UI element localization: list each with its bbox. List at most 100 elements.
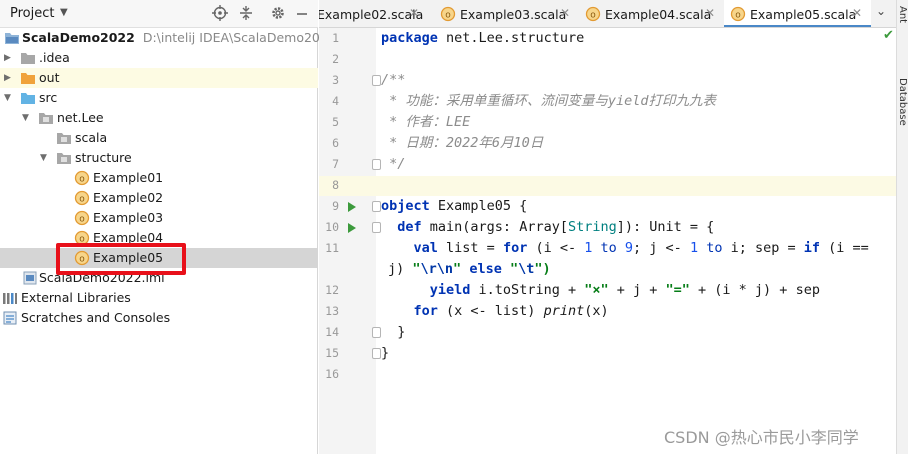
code-line-3: /**	[381, 72, 406, 88]
tree-item-label: Example01	[93, 170, 164, 185]
package-icon	[39, 113, 53, 124]
right-tool-strip: Ant Database	[896, 0, 908, 454]
tree-item-label: Scratches and Consoles	[21, 310, 171, 325]
tree-item-external-libraries[interactable]: External Libraries	[0, 288, 318, 308]
code-line-11: val list = for (i <- 1 to 9; j <- 1 to i…	[413, 240, 869, 256]
project-panel: Project ▼ ScalaDemo2022 D:\intelij IDEA\S…	[0, 0, 336, 454]
svg-text:o: o	[79, 175, 85, 185]
line-number: 14	[325, 325, 339, 339]
svg-text:o: o	[445, 11, 451, 21]
code-line-6: * 日期：2022年6月10日	[381, 135, 544, 151]
gear-icon[interactable]	[270, 5, 286, 21]
scratches-icon	[3, 311, 17, 325]
scala-object-icon: o	[440, 6, 456, 22]
folder-icon	[21, 53, 35, 64]
scala-object-icon: o	[74, 170, 90, 186]
code-line-1: package net.Lee.structure	[381, 30, 585, 46]
tab-example02[interactable]: Example02.scala ✕	[319, 0, 434, 27]
scala-object-icon: o	[74, 190, 90, 206]
close-icon[interactable]: ✕	[560, 6, 570, 20]
tree-item-example03[interactable]: o Example03	[0, 208, 318, 228]
chevron-down-icon[interactable]: ▼	[60, 7, 68, 18]
tree-item-structure[interactable]: ▼ structure	[0, 148, 318, 168]
line-number: 15	[325, 346, 339, 360]
code-line-15: }	[381, 345, 390, 361]
line-number: 2	[332, 52, 339, 66]
excluded-folder-icon	[21, 73, 35, 84]
fold-icon[interactable]	[372, 75, 381, 86]
editor-tab-bar: Example02.scala ✕ o Example03.scala ✕ o …	[319, 0, 896, 28]
line-number: 9	[332, 199, 339, 213]
tree-item-label: Example02	[93, 190, 164, 205]
ant-tool-button[interactable]: Ant	[897, 6, 908, 23]
svg-text:o: o	[735, 11, 741, 21]
close-icon[interactable]: ✕	[852, 6, 862, 20]
code-line-11-wrap: j) "\r\n" else "\t")	[388, 261, 551, 277]
tab-example05[interactable]: o Example05.scala ✕	[724, 0, 871, 27]
highlight-annotation-box	[56, 243, 186, 275]
project-title[interactable]: Project	[10, 6, 54, 21]
chevron-down-icon[interactable]: ▼	[40, 152, 50, 164]
tree-item-idea[interactable]: ▶ .idea	[0, 48, 318, 68]
tree-item-label: net.Lee	[57, 110, 104, 125]
tree-item-label: ScalaDemo2022 D:\intelij IDEA\ScalaDemo20…	[22, 30, 336, 45]
tree-item-scratches[interactable]: Scratches and Consoles	[0, 308, 318, 328]
tab-example04[interactable]: o Example04.scala ✕	[579, 0, 724, 27]
run-icon[interactable]	[348, 223, 356, 233]
line-number: 10	[325, 220, 339, 234]
chevron-right-icon[interactable]: ▶	[4, 72, 14, 84]
chevron-down-icon[interactable]: ▼	[22, 112, 32, 124]
line-number: 4	[332, 94, 339, 108]
database-tool-button[interactable]: Database	[897, 78, 908, 126]
code-line-12: yield i.toString + "×" + j + "=" + (i * …	[429, 282, 820, 298]
code-line-14: }	[381, 324, 406, 340]
chevron-right-icon[interactable]: ▶	[4, 52, 14, 64]
fold-icon[interactable]	[372, 222, 381, 233]
tree-item-label: out	[39, 70, 60, 85]
locate-icon[interactable]	[212, 5, 228, 21]
line-number: 1	[332, 31, 339, 45]
tab-example03[interactable]: o Example03.scala ✕	[434, 0, 579, 27]
tree-item-scala[interactable]: scala	[0, 128, 318, 148]
chevron-down-icon[interactable]: ⌄	[876, 4, 886, 18]
tree-item-label: scala	[75, 130, 108, 145]
fold-icon[interactable]	[372, 159, 381, 170]
fold-icon[interactable]	[372, 327, 381, 338]
line-number: 12	[325, 283, 339, 297]
tree-item-label: src	[39, 90, 58, 105]
line-number: 13	[325, 304, 339, 318]
fold-icon[interactable]	[372, 348, 381, 359]
line-number: 5	[332, 115, 339, 129]
scala-object-icon: o	[730, 6, 746, 22]
project-toolbar: Project ▼	[0, 0, 318, 28]
svg-text:o: o	[590, 11, 596, 21]
watermark: CSDN @热心市民小李同学	[664, 428, 859, 447]
tab-label: Example05.scala	[750, 7, 857, 22]
tree-item-example01[interactable]: o Example01	[0, 168, 318, 188]
tree-item-root[interactable]: ScalaDemo2022 D:\intelij IDEA\ScalaDemo20…	[0, 28, 336, 48]
tree-item-example02[interactable]: o Example02	[0, 188, 318, 208]
close-icon[interactable]: ✕	[409, 6, 419, 20]
tree-item-out[interactable]: ▶ out	[0, 68, 318, 88]
tree-item-label: External Libraries	[21, 290, 131, 305]
collapse-all-icon[interactable]	[238, 5, 254, 21]
tree-item-src[interactable]: ▼ src	[0, 88, 318, 108]
inspection-ok-icon[interactable]: ✔	[883, 28, 894, 43]
code-line-13: for (x <- list) print(x)	[413, 303, 609, 319]
source-folder-icon	[21, 93, 35, 104]
close-icon[interactable]: ✕	[705, 6, 715, 20]
fold-icon[interactable]	[372, 201, 381, 212]
current-line-highlight	[319, 176, 896, 196]
line-number: 8	[332, 178, 339, 192]
run-icon[interactable]	[348, 202, 356, 212]
code-line-4: * 功能：采用单重循环、流间变量与yield打印九九表	[381, 93, 717, 109]
code-line-9: object Example05 {	[381, 198, 528, 214]
line-number: 3	[332, 73, 339, 87]
tree-item-label: .idea	[39, 50, 70, 65]
chevron-down-icon[interactable]: ▼	[4, 92, 14, 104]
tree-item-net-lee[interactable]: ▼ net.Lee	[0, 108, 318, 128]
minimize-icon[interactable]	[294, 5, 310, 21]
line-number: 7	[332, 157, 339, 171]
scala-object-icon: o	[74, 210, 90, 226]
library-icon	[3, 293, 17, 304]
